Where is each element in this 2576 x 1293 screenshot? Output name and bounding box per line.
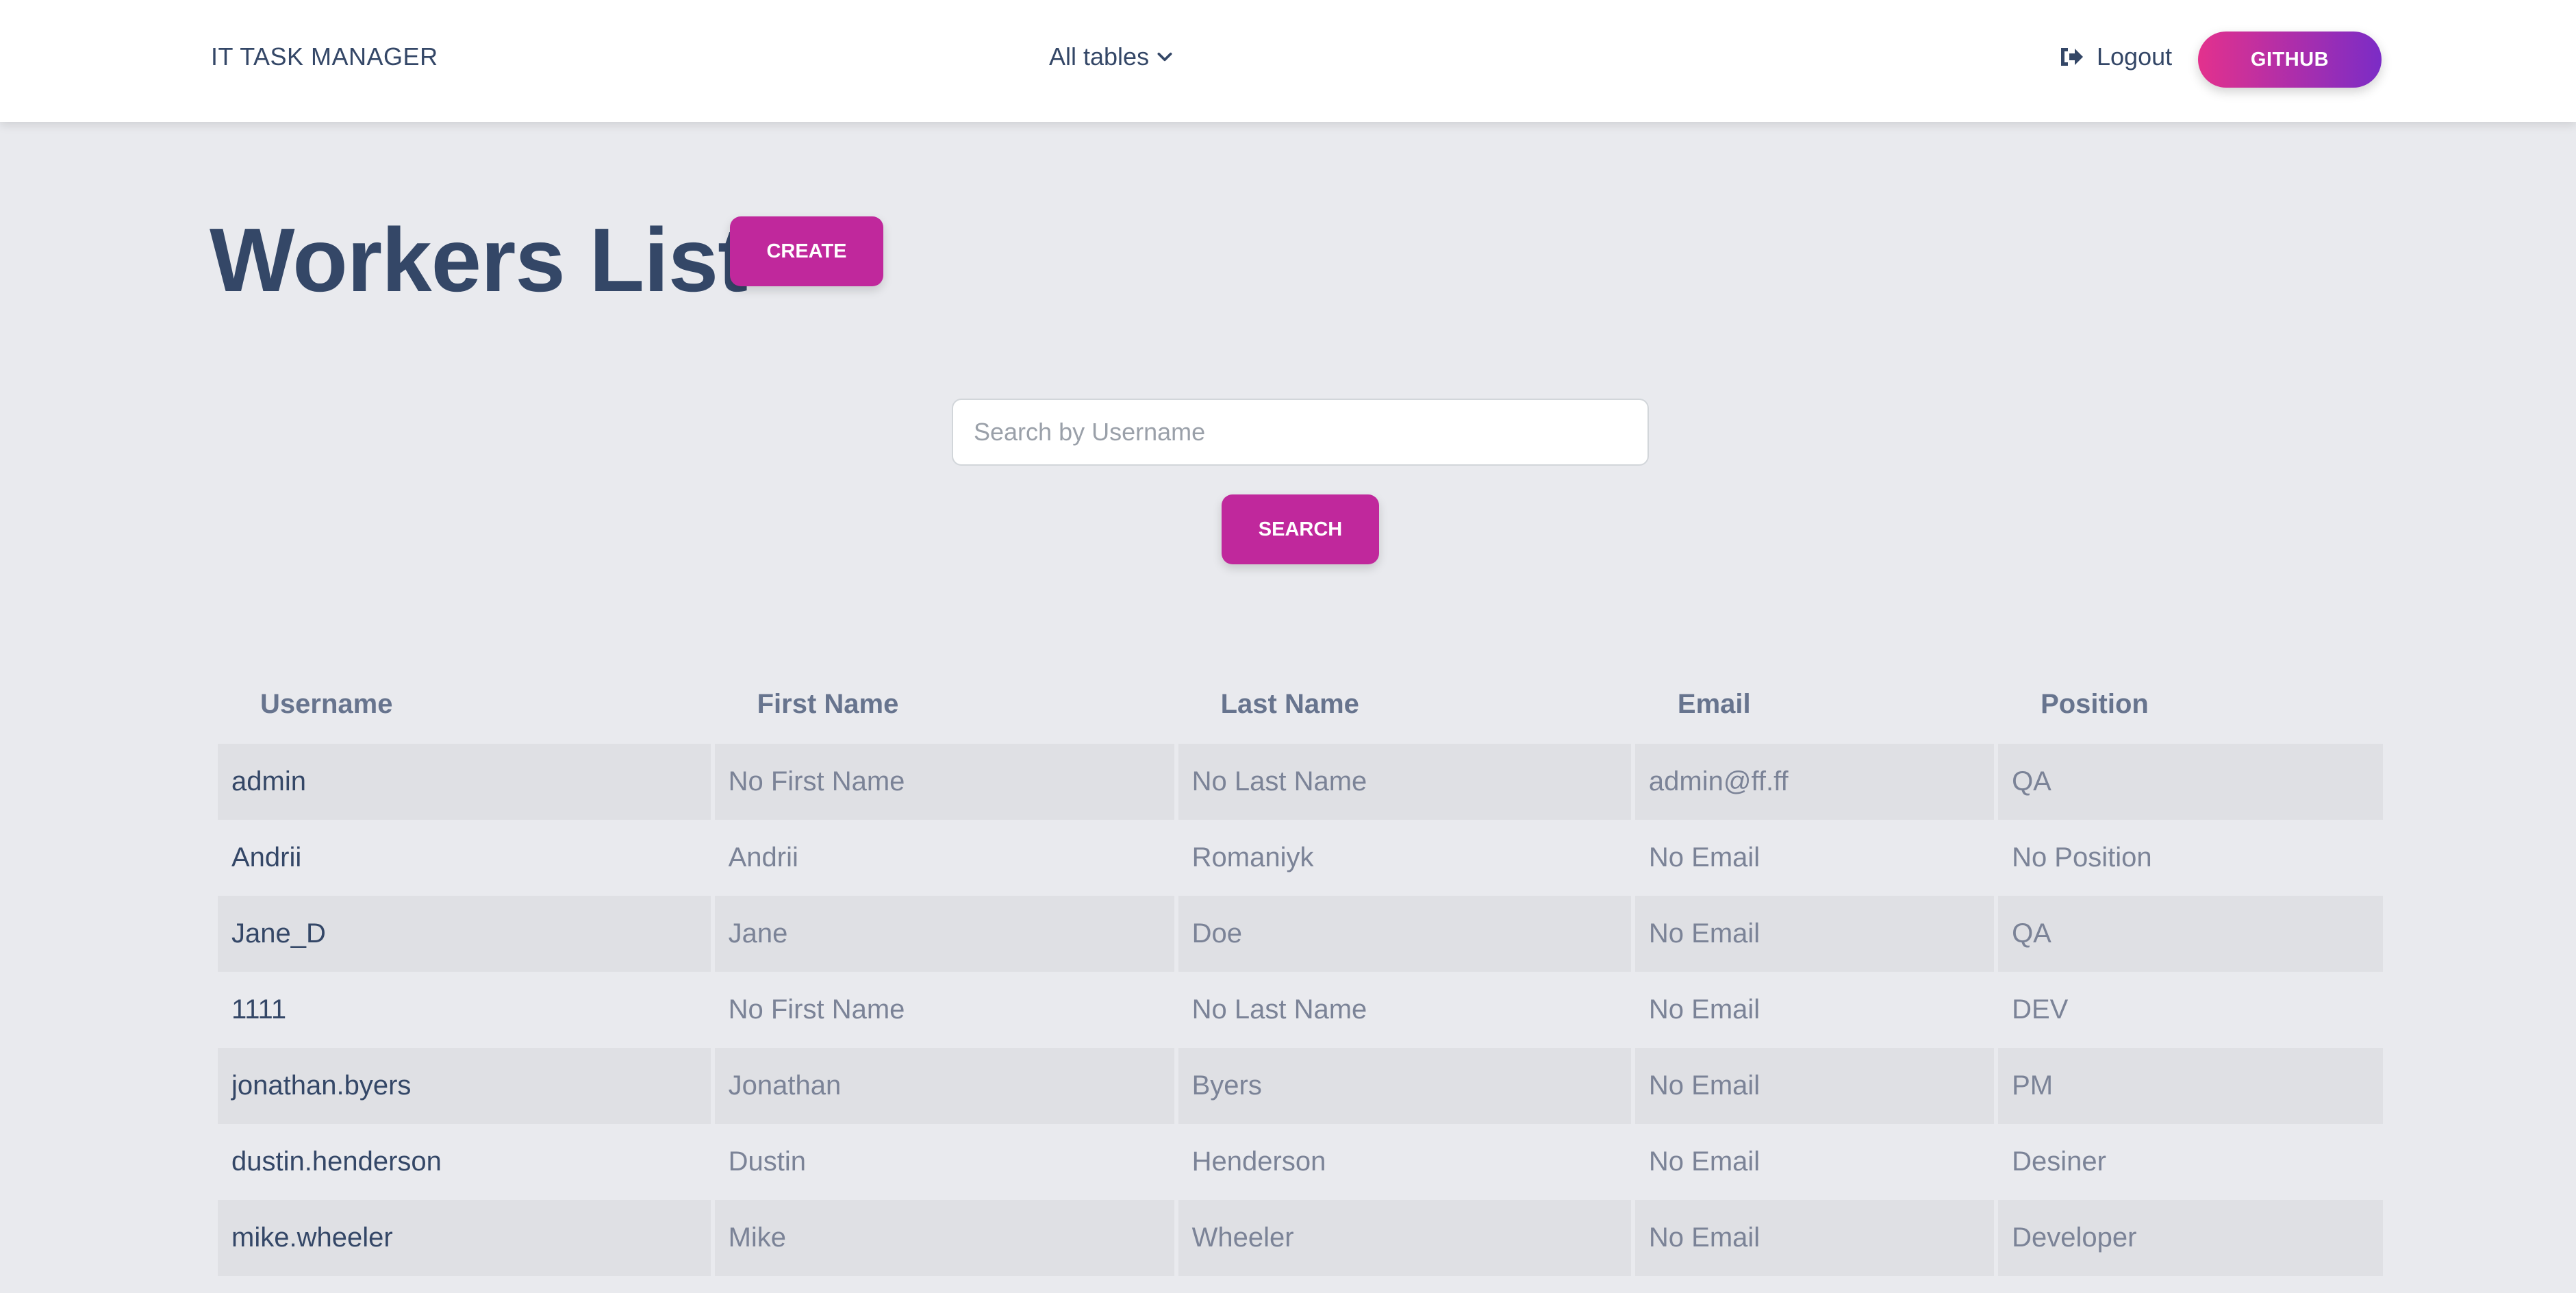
cell-last-name: Byers xyxy=(1178,1048,1631,1124)
all-tables-label: All tables xyxy=(1049,42,1150,71)
cell-username[interactable]: 1111 xyxy=(218,972,711,1048)
brand-link[interactable]: IT TASK MANAGER xyxy=(211,42,438,71)
cell-position: DEV xyxy=(2012,994,2069,1025)
header-position: Position xyxy=(2041,688,2149,719)
cell-last-name: Romaniyk xyxy=(1191,842,1314,873)
cell-email: No Email xyxy=(1648,1146,1760,1177)
header-last-name: Last Name xyxy=(1220,688,1359,719)
header-first-name: First Name xyxy=(757,688,899,719)
table-row: 1111 No First Name No Last Name No Email… xyxy=(218,972,2383,1048)
cell-position: PM xyxy=(1998,1048,2383,1124)
cell-last-name: Doe xyxy=(1178,896,1631,972)
table-row: admin No First Name No Last Name admin@f… xyxy=(218,744,2383,820)
cell-email: No Email xyxy=(1634,1200,1995,1276)
search-button[interactable]: SEARCH xyxy=(1222,494,1379,564)
chevron-down-icon xyxy=(1157,52,1172,62)
github-button[interactable]: GITHUB xyxy=(2198,32,2382,88)
cell-email: No Email xyxy=(1648,842,1760,873)
cell-email: No Email xyxy=(1648,994,1760,1025)
cell-first-name: Jane xyxy=(714,896,1174,972)
table-row: mike.wheeler Mike Wheeler No Email Devel… xyxy=(218,1200,2383,1276)
cell-last-name: No Last Name xyxy=(1178,744,1631,820)
top-navbar: IT TASK MANAGER All tables Logout GITHUB xyxy=(0,0,2576,122)
cell-first-name: No First Name xyxy=(728,994,905,1025)
cell-first-name: Andrii xyxy=(728,842,798,873)
cell-email: No Email xyxy=(1634,1048,1995,1124)
workers-table: Username First Name Last Name Email Posi… xyxy=(214,664,2387,1276)
header-username: Username xyxy=(260,688,393,719)
cell-position: QA xyxy=(1998,744,2383,820)
cell-last-name: Henderson xyxy=(1191,1146,1326,1177)
search-username-input[interactable] xyxy=(952,399,1649,466)
table-row: dustin.henderson Dustin Henderson No Ema… xyxy=(218,1124,2383,1200)
create-button[interactable]: CREATE xyxy=(730,216,883,286)
sign-out-icon xyxy=(2061,48,2083,66)
table-row: jonathan.byers Jonathan Byers No Email P… xyxy=(218,1048,2383,1124)
table-row: Jane_D Jane Doe No Email QA xyxy=(218,896,2383,972)
cell-position: QA xyxy=(1998,896,2383,972)
cell-email: No Email xyxy=(1634,896,1995,972)
table-header-row: Username First Name Last Name Email Posi… xyxy=(218,664,2383,744)
cell-username[interactable]: mike.wheeler xyxy=(218,1200,711,1276)
cell-first-name: Jonathan xyxy=(714,1048,1174,1124)
cell-first-name: Mike xyxy=(714,1200,1174,1276)
logout-label: Logout xyxy=(2097,42,2173,71)
cell-username[interactable]: Jane_D xyxy=(218,896,711,972)
header-email: Email xyxy=(1677,688,1751,719)
logout-link[interactable]: Logout xyxy=(2058,42,2172,71)
cell-position: Desiner xyxy=(2012,1146,2106,1177)
cell-first-name: Dustin xyxy=(728,1146,806,1177)
cell-last-name: Wheeler xyxy=(1178,1200,1631,1276)
cell-last-name: No Last Name xyxy=(1191,994,1367,1025)
cell-username[interactable]: admin xyxy=(218,744,711,820)
cell-first-name: No First Name xyxy=(714,744,1174,820)
cell-username[interactable]: dustin.henderson xyxy=(218,1124,711,1200)
table-row: Andrii Andrii Romaniyk No Email No Posit… xyxy=(218,820,2383,896)
cell-position: Developer xyxy=(1998,1200,2383,1276)
all-tables-dropdown[interactable]: All tables xyxy=(1049,42,1174,71)
cell-position: No Position xyxy=(2012,842,2152,873)
cell-username[interactable]: jonathan.byers xyxy=(218,1048,711,1124)
page-title: Workers List xyxy=(210,210,748,310)
cell-username[interactable]: Andrii xyxy=(218,820,711,896)
cell-email: admin@ff.ff xyxy=(1634,744,1995,820)
